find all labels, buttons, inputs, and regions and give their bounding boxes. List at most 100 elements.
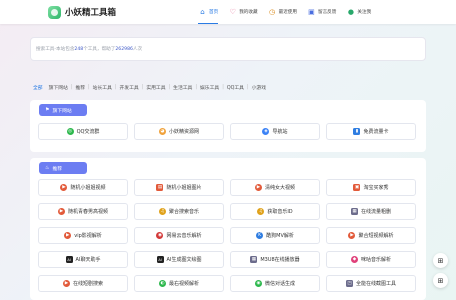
tool-tile[interactable]: ▶ 聚合短视频解析 [326,227,416,244]
tool-tile[interactable]: ▶ 清纯女大视频 [230,179,320,196]
play-icon: ▶ [57,208,65,215]
category-bar: 全部 旗下网站 | 推荐 | 站长工具 | 开发工具 | 实用工具 | 生活工具 | 娱乐工具 | QQ工具 |… [30,80,426,94]
tool-tile[interactable]: ◐ 最右视频解析 [134,275,224,292]
cat-icon: ◕ [158,128,166,135]
section-title: 旗下网站 [52,108,72,114]
tile-label: 清纯女大视频 [264,185,295,191]
home-icon: ⌂ [200,7,205,16]
user-icon: ● [347,7,354,16]
search-input[interactable]: 搜索工具-本站包含 248 个工具，帮助了 262986 人次 [30,37,426,61]
category-tab[interactable]: 生活工具 [170,84,195,91]
tool-tile[interactable]: ◳ 全能在线截图工具 [326,275,416,292]
play-icon: ▶ [62,280,70,287]
category-tab[interactable]: 站长工具 [90,84,115,91]
tool-tile[interactable]: ▶ 在线短剧搜索 [38,275,128,292]
nav-item[interactable]: ◷ 最近使用 [268,0,297,24]
tool-tile[interactable]: ◕ 小妖精资源网 [134,123,224,140]
clock-icon: ◷ [269,7,276,16]
category-tab[interactable]: QQ工具 [224,84,247,91]
tool-tile[interactable]: AI AI聊天助手 [38,251,128,268]
category-tab[interactable]: 实用工具 [143,84,168,91]
nav-item[interactable]: ● 关注我 [346,0,371,24]
image-icon: ▤ [156,184,164,191]
tile-label: 随机青春男高视频 [67,209,108,215]
tile-label: 在线短剧搜索 [72,281,103,287]
tool-tile[interactable]: ◉ 微信对话生成 [230,275,320,292]
category-tab[interactable]: 开发工具 [117,84,142,91]
tool-tile[interactable]: ▮ 免费流量卡 [326,123,416,140]
top-nav: ⌂ 首页 ♡ 我的收藏 ◷ 最近使用 ▣ 留言反馈 ● 关注我 [198,0,381,24]
tool-tile[interactable]: ◉ 网易云音乐解析 [134,227,224,244]
tool-tile[interactable]: ◆ 咪咕音乐解析 [326,251,416,268]
film-icon: ▦ [350,208,358,215]
migu-icon: ◆ [350,256,358,263]
tile-label: M3U8在线播放器 [260,257,300,263]
fire-icon: ♨ [45,165,50,171]
tile-label: 聚合搜索音乐 [168,209,199,215]
app-title: 小妖精工具箱 [65,8,117,18]
nav-item[interactable]: ♡ 我的收藏 [228,0,258,24]
zuiyou-icon: ◐ [158,280,166,287]
tile-label: QQ交流群 [76,129,100,135]
tile-label: 咪咕音乐解析 [360,257,391,263]
tile-label: 在线流量粗删 [360,209,391,215]
tool-tile[interactable]: ▶ vip影视解析 [38,227,128,244]
tool-tile[interactable]: ♫ 获取音乐ID [230,203,320,220]
tile-label: 免费流量卡 [363,129,389,135]
category-tab[interactable]: 全部 [30,84,46,91]
section-card-recommend: ♨ 推荐 ▶ 随机小姐姐视频 ▤ 随机小姐姐图片 ▶ 清纯女大视频 ▣ 淘宝买家秀 ▶ 随机青春男高… [30,158,426,300]
tool-tile[interactable]: ▦ M3U8在线播放器 [230,251,320,268]
tool-tile[interactable]: AI AI生成图文绘图 [134,251,224,268]
nav-item[interactable]: ⌂ 首页 [198,0,219,24]
tile-label: 全能在线截图工具 [355,281,396,287]
search-suffix: 人次 [132,47,143,52]
ai-icon: AI [65,256,73,263]
play-icon: ▶ [60,184,68,191]
logo-icon [48,5,61,19]
nav-label: 留言反馈 [317,10,337,15]
user-count: 262986 [115,46,133,52]
nav-label: 关注我 [357,10,372,15]
shop-icon: ▣ [353,184,361,191]
nav-label: 我的收藏 [239,10,258,15]
tile-label: 网易云音乐解析 [166,233,202,239]
netease-icon: ◉ [156,232,164,239]
tile-label: 随机小姐姐视频 [70,185,106,191]
tool-tile[interactable]: ▤ 随机小姐姐图片 [134,179,224,196]
wechat-icon: ◉ [254,280,262,287]
kugou-icon: K [256,232,264,239]
music-icon: ♫ [257,208,265,215]
tile-label: vip影视解析 [74,233,102,239]
category-tab[interactable]: 旗下网站 [46,84,71,91]
category-tab[interactable]: 推荐 [72,84,88,91]
category-tab[interactable]: 娱乐工具 [197,84,222,91]
tool-tile[interactable]: ▶ 随机小姐姐视频 [38,179,128,196]
play-icon: ▶ [254,184,262,191]
tile-label: AI生成图文绘图 [166,257,202,263]
grid-icon[interactable]: ⊞ [433,273,448,288]
heart-icon: ♡ [229,7,236,16]
tool-tile[interactable]: K 酷狗MV解析 [230,227,320,244]
tool-tile[interactable]: ▣ 淘宝买家秀 [326,179,416,196]
grid-icon[interactable]: ⊞ [433,253,448,268]
tool-count: 248 [74,46,84,52]
section-badge: ⚑ 旗下网站 [39,104,87,116]
nav-label: 最近使用 [278,10,297,15]
section-title: 推荐 [52,166,63,172]
tool-tile[interactable]: ▦ 在线流量粗删 [326,203,416,220]
film-icon: ▦ [250,256,258,263]
logo[interactable]: 小妖精工具箱 [48,5,117,19]
compass-icon: ◈ [262,128,270,135]
tool-tile[interactable]: ▶ 随机青春男高视频 [38,203,128,220]
play-icon: ▶ [348,232,356,239]
tool-tile[interactable]: ◈ 导航站 [230,123,320,140]
category-tab[interactable]: 小游戏 [249,84,269,91]
play-icon: ▶ [64,232,72,239]
section-card-official: ⚑ 旗下网站 ◎ QQ交流群 ◕ 小妖精资源网 ◈ 导航站 ▮ 免费流量卡 [30,100,426,152]
nav-item[interactable]: ▣ 留言反馈 [307,0,336,24]
screenshot-icon: ◳ [345,280,353,287]
tool-tile[interactable]: ◎ QQ交流群 [38,123,128,140]
tile-label: 微信对话生成 [264,281,295,287]
tool-tile[interactable]: ♫ 聚合搜索音乐 [134,203,224,220]
section-badge: ♨ 推荐 [39,162,87,174]
